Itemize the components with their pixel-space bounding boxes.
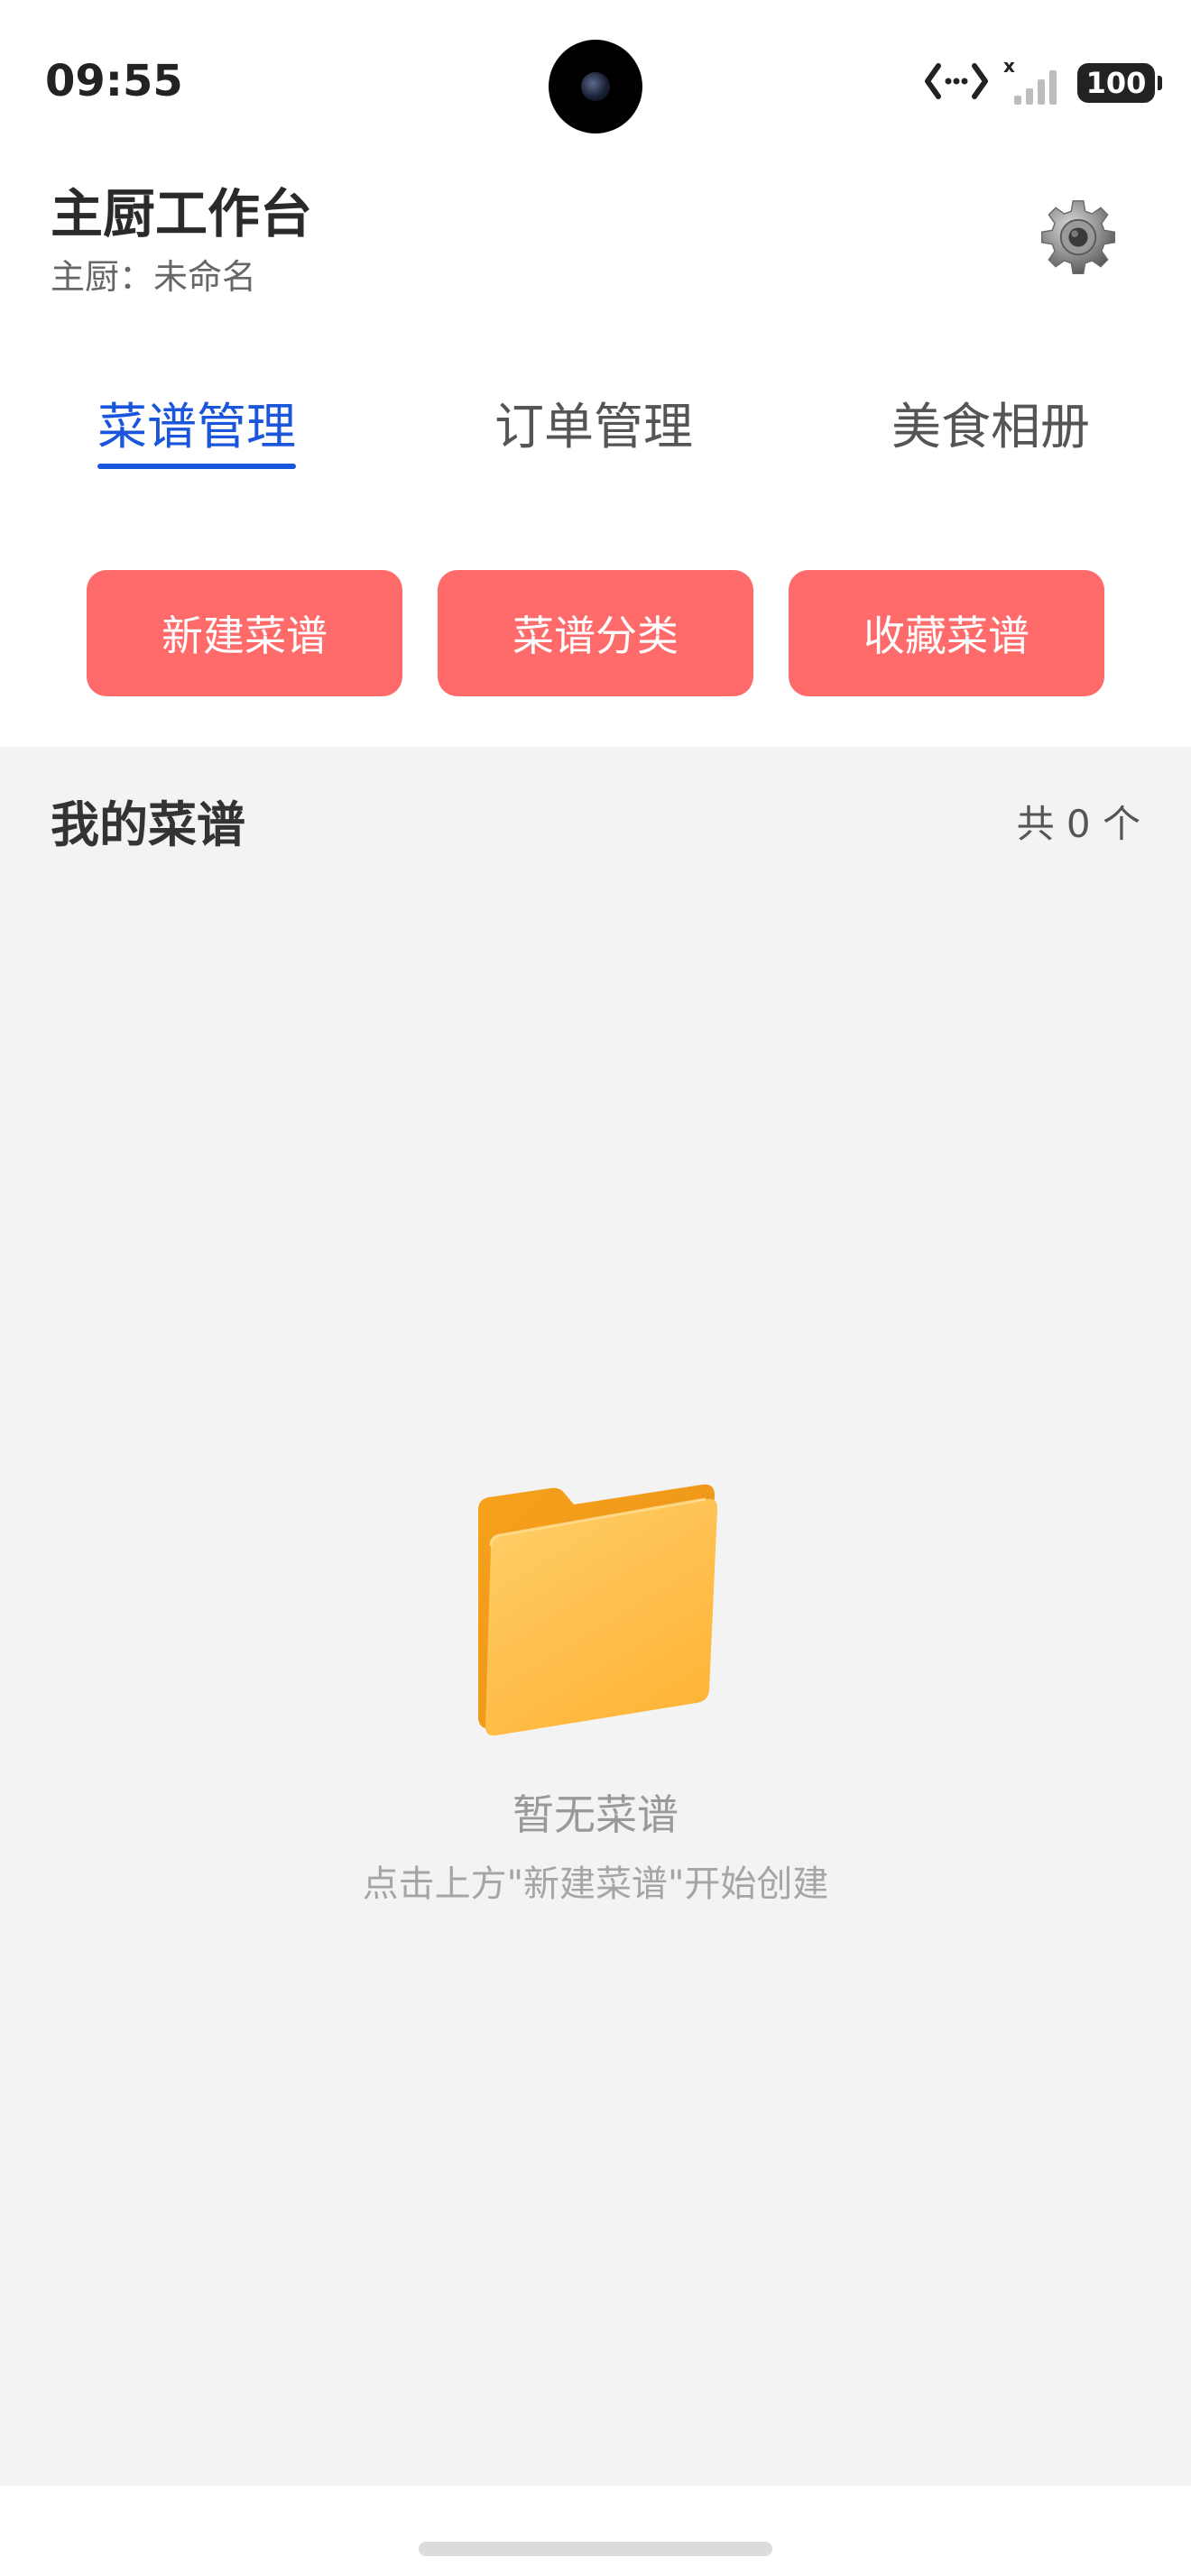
recipe-list-area: 我的菜谱 共 0 个 暂无菜谱 点击上方"新建菜谱"开始创建: [0, 747, 1191, 2486]
chef-label: 主厨：: [51, 257, 154, 297]
settings-button[interactable]: [1029, 189, 1128, 289]
chef-name: 未命名: [153, 257, 257, 297]
empty-state: 暂无菜谱 点击上方"新建菜谱"开始创建: [0, 1474, 1191, 1907]
camera-lens: [581, 72, 610, 101]
status-bar: 09:55 x 100: [0, 0, 1191, 171]
recipe-count: 共 0 个: [1016, 802, 1140, 846]
active-tab-indicator: [97, 464, 297, 469]
favorite-recipes-button[interactable]: 收藏菜谱: [789, 570, 1104, 696]
home-indicator[interactable]: [419, 2542, 772, 2556]
tab-label: 菜谱管理: [97, 398, 297, 455]
empty-hint: 点击上方"新建菜谱"开始创建: [362, 1863, 829, 1905]
action-buttons: 新建菜谱 菜谱分类 收藏菜谱: [87, 570, 1104, 696]
new-recipe-button[interactable]: 新建菜谱: [87, 570, 402, 696]
battery-level: 100: [1085, 66, 1147, 100]
screen: 09:55 x 100 主厨工作台 主厨： 未命名 菜谱管理 订单管理 美食相册…: [0, 0, 1191, 2576]
svg-text:x: x: [1003, 56, 1015, 77]
tab-recipe-management[interactable]: 菜谱管理: [97, 390, 297, 489]
battery-icon: 100: [1077, 63, 1162, 103]
empty-title: 暂无菜谱: [512, 1790, 679, 1839]
recipe-category-button[interactable]: 菜谱分类: [438, 570, 753, 696]
data-transfer-icon: [924, 59, 989, 107]
signal-bars-icon: x: [1002, 55, 1065, 110]
chef-name-line: 主厨： 未命名: [51, 249, 256, 299]
tab-label: 美食相册: [891, 398, 1091, 455]
bottom-bar: [0, 2486, 1191, 2576]
tab-order-management[interactable]: 订单管理: [494, 390, 693, 489]
gear-icon: [1035, 194, 1122, 284]
tab-label: 订单管理: [494, 398, 694, 455]
page-title: 主厨工作台: [51, 183, 313, 244]
status-icons: x 100: [924, 55, 1162, 110]
section-title: 我的菜谱: [51, 796, 245, 853]
status-time: 09:55: [45, 56, 183, 106]
front-camera: [549, 40, 642, 133]
tab-food-album[interactable]: 美食相册: [891, 390, 1090, 489]
tab-bar: 菜谱管理 订单管理 美食相册: [0, 390, 1191, 489]
folder-icon: [460, 1474, 731, 1744]
